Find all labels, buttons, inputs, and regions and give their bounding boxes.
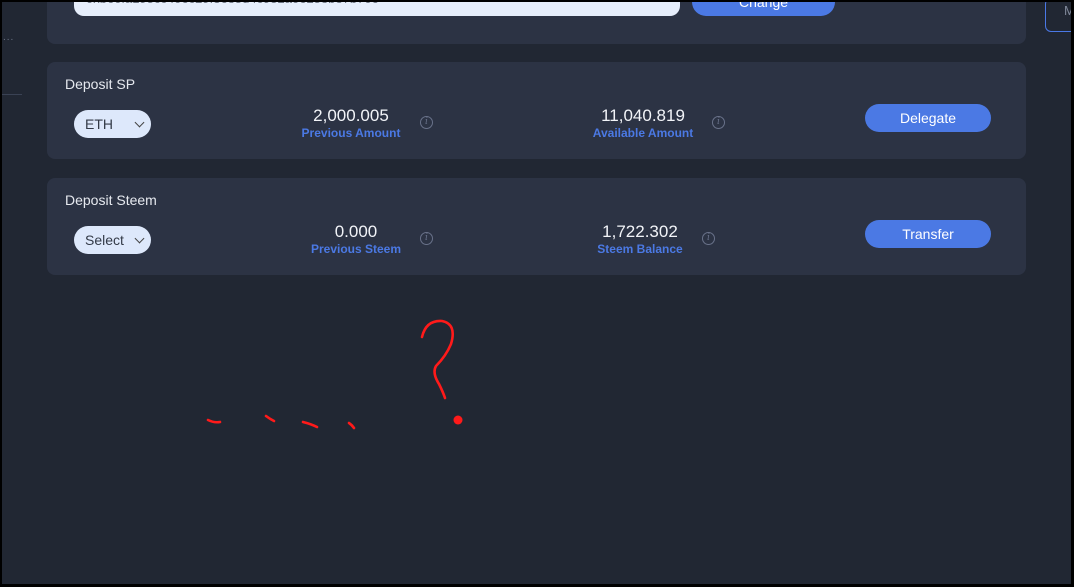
app-window: ... M 0xb60fa195cc406c29f36e5d4c952a0625… — [2, 2, 1071, 584]
question-mark-scribble-icon — [206, 319, 463, 430]
